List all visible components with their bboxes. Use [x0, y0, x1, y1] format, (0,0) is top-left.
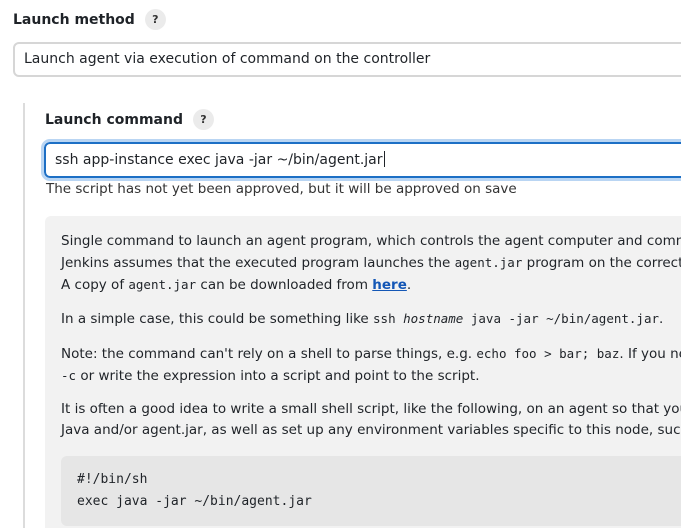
launch-method-help-icon[interactable]: ?: [144, 9, 166, 30]
launch-method-label: Launch method: [13, 11, 135, 28]
help-paragraph-4: It is often a good idea to write a small…: [61, 399, 681, 441]
help-text: Note: the command can't rely on a shell …: [61, 346, 477, 362]
help-code: hostname: [403, 311, 464, 326]
help-code: -c: [61, 368, 77, 383]
help-text: A copy of: [61, 277, 129, 293]
launch-command-value: ssh app-instance exec java -jar ~/bin/ag…: [55, 152, 383, 168]
help-text: .: [659, 311, 664, 327]
example-script-code-block: #!/bin/sh exec java -jar ~/bin/agent.jar: [61, 456, 681, 526]
launch-method-label-row: Launch method ?: [13, 9, 166, 30]
help-code: java -jar ~/bin/agent.jar: [463, 311, 660, 326]
launch-command-input[interactable]: ssh app-instance exec java -jar ~/bin/ag…: [41, 139, 681, 181]
launch-command-label: Launch command: [45, 111, 183, 128]
help-text: Jenkins assumes that the executed progra…: [61, 255, 455, 271]
help-code: echo foo > bar; baz: [476, 346, 620, 361]
help-text: In a simple case, this could be somethin…: [61, 311, 374, 327]
help-code: agent.jar: [128, 277, 197, 292]
launch-method-select[interactable]: Launch agent via execution of command on…: [13, 42, 681, 77]
validation-message: The script has not yet been approved, bu…: [46, 181, 517, 197]
page: Launch method ? Launch agent via executi…: [0, 0, 681, 528]
help-text: . If you need to d: [619, 346, 681, 362]
text-caret: [383, 151, 385, 167]
help-text: or write the expression into a script an…: [76, 368, 480, 384]
help-code: ssh: [373, 311, 404, 326]
code-line: #!/bin/sh: [77, 472, 148, 487]
help-panel: Single command to launch an agent progra…: [45, 216, 681, 528]
help-text: .: [406, 277, 412, 293]
help-paragraph-3: Note: the command can't rely on a shell …: [61, 343, 681, 387]
help-text: can be downloaded from: [196, 277, 373, 293]
launch-command-label-row: Launch command ?: [45, 109, 214, 130]
help-paragraph-1: Single command to launch an agent progra…: [61, 231, 681, 296]
help-text: program on the correct machin: [526, 255, 681, 271]
nested-section-rule: [23, 103, 25, 528]
help-paragraph-2: In a simple case, this could be somethin…: [61, 308, 663, 330]
download-agent-link[interactable]: here: [372, 277, 407, 293]
help-text: It is often a good idea to write a small…: [61, 401, 681, 417]
help-code: agent.jar: [454, 255, 523, 270]
launch-command-help-icon[interactable]: ?: [192, 109, 214, 130]
help-text: Java and/or agent.jar, as well as set up…: [61, 422, 681, 438]
code-line: exec java -jar ~/bin/agent.jar: [77, 494, 312, 509]
help-text: Single command to launch an agent progra…: [61, 233, 681, 249]
